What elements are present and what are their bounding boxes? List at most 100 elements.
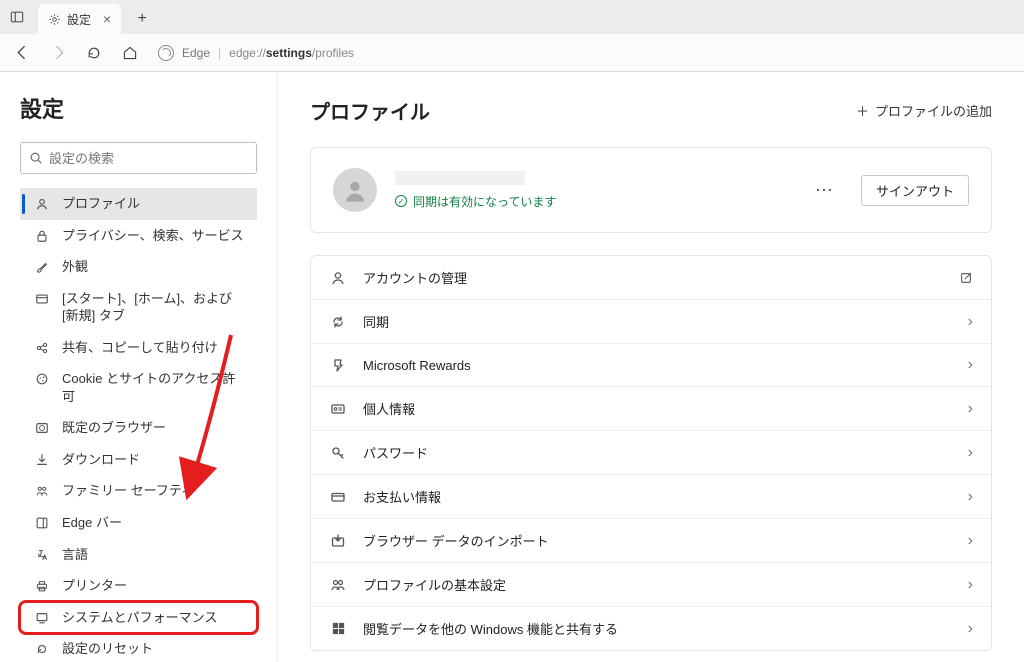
brush-icon [34,259,50,275]
sidebar-item-share[interactable]: 共有、コピーして貼り付け [20,332,257,364]
account-icon [329,269,347,287]
reset-icon [34,641,50,657]
row-label: 同期 [363,312,952,331]
address-separator: | [218,46,221,60]
chevron-right-icon: › [968,532,973,550]
titlebar: 設定 × + [0,0,1024,34]
row-label: 閲覧データを他の Windows 機能と共有する [363,619,952,638]
browser-icon [34,420,50,436]
tab-icon [34,291,50,307]
chevron-right-icon: › [968,400,973,418]
cookie-icon [34,371,50,387]
profile-icon [34,196,50,212]
sidebar-item-printers[interactable]: プリンター [20,570,257,602]
sidebar-item-edgebar[interactable]: Edge バー [20,507,257,539]
sidebar-item-label: ダウンロード [62,451,140,469]
sidebar-item-default-browser[interactable]: 既定のブラウザー [20,412,257,444]
sidebar-item-label: システムとパフォーマンス [62,609,217,627]
tab-title: 設定 [67,11,91,28]
download-icon [34,452,50,468]
settings-search[interactable] [20,142,257,174]
row-payment[interactable]: お支払い情報 › [311,474,991,518]
sidebar-item-label: ファミリー セーフティ [62,482,194,500]
sidebar-item-privacy[interactable]: プライバシー、検索、サービス [20,220,257,252]
new-tab-button[interactable]: + [127,4,157,34]
sidebar-item-label: 既定のブラウザー [62,419,166,437]
sidebar-title: 設定 [20,92,257,124]
row-share-windows[interactable]: 閲覧データを他の Windows 機能と共有する › [311,606,991,650]
sidebar-item-start-home[interactable]: [スタート]、[ホーム]、および [新規] タブ [20,283,257,332]
row-label: お支払い情報 [363,487,952,506]
forward-button[interactable] [44,39,72,67]
sidebar-item-languages[interactable]: 言語 [20,539,257,571]
rewards-icon [329,356,347,374]
sidebar-item-label: [スタート]、[ホーム]、および [新規] タブ [62,290,247,325]
share-icon [34,340,50,356]
sync-status: ✓ 同期は有効になっています [395,193,789,210]
sidebar-item-label: プリンター [62,577,127,595]
add-profile-button[interactable]: ＋ プロファイルの追加 [856,101,992,120]
printer-icon [34,578,50,594]
row-label: ブラウザー データのインポート [363,531,952,550]
sidebar-item-downloads[interactable]: ダウンロード [20,444,257,476]
sidebar-item-profiles[interactable]: プロファイル [20,188,257,220]
row-personal-info[interactable]: 個人情報 › [311,386,991,430]
avatar [333,168,377,212]
sidebar-item-family[interactable]: ファミリー セーフティ [20,475,257,507]
row-profile-prefs[interactable]: プロファイルの基本設定 › [311,562,991,606]
profile-name-redacted [395,171,525,185]
sidebar-item-reset[interactable]: 設定のリセット [20,633,257,662]
key-icon [329,444,347,462]
tab-actions-button[interactable] [0,0,34,34]
sidebar-item-label: Cookie とサイトのアクセス許可 [62,370,247,405]
toolbar: Edge | edge://settings/profiles [0,34,1024,72]
gear-icon [48,13,61,26]
settings-search-input[interactable] [49,151,248,166]
signout-button[interactable]: サインアウト [861,175,969,206]
sidebar-item-label: Edge バー [62,514,122,532]
sync-icon [329,313,347,331]
address-edge-label: Edge [182,46,210,60]
row-passwords[interactable]: パスワード › [311,430,991,474]
row-label: プロファイルの基本設定 [363,575,952,594]
row-label: パスワード [363,443,952,462]
row-manage-account[interactable]: アカウントの管理 [311,256,991,299]
chevron-right-icon: › [968,576,973,594]
sidebar-item-cookies[interactable]: Cookie とサイトのアクセス許可 [20,363,257,412]
idcard-icon [329,400,347,418]
check-icon: ✓ [395,195,407,207]
lock-icon [34,228,50,244]
back-button[interactable] [8,39,36,67]
chevron-right-icon: › [968,356,973,374]
multiprofile-icon [329,576,347,594]
system-icon [34,610,50,626]
sidebar-item-system[interactable]: システムとパフォーマンス [20,602,257,634]
import-icon [329,532,347,550]
edge-icon [158,45,174,61]
sidebar-item-appearance[interactable]: 外観 [20,251,257,283]
sidebar-nav: プロファイル プライバシー、検索、サービス 外観 [スタート]、[ホーム]、およ… [20,188,257,662]
sync-status-label: 同期は有効になっています [413,193,556,210]
more-options-button[interactable]: ⋯ [807,176,843,205]
row-import[interactable]: ブラウザー データのインポート › [311,518,991,562]
profile-info: ✓ 同期は有効になっています [395,171,789,210]
row-rewards[interactable]: Microsoft Rewards › [311,343,991,386]
sidebar-icon [34,515,50,531]
address-bar[interactable]: Edge | edge://settings/profiles [158,45,1016,61]
family-icon [34,483,50,499]
chevron-right-icon: › [968,620,973,638]
sidebar-item-label: 共有、コピーして貼り付け [62,339,218,357]
row-sync[interactable]: 同期 › [311,299,991,343]
search-icon [29,151,43,165]
profile-card: ✓ 同期は有効になっています ⋯ サインアウト [310,147,992,233]
content-title: プロファイル [310,96,430,125]
add-profile-label: プロファイルの追加 [875,101,992,120]
browser-tab[interactable]: 設定 × [38,4,121,34]
sidebar-item-label: 設定のリセット [62,640,153,658]
close-icon[interactable]: × [103,11,111,27]
refresh-button[interactable] [80,39,108,67]
row-label: 個人情報 [363,399,952,418]
windows-icon [329,620,347,638]
profile-settings-list: アカウントの管理 同期 › Microsoft Rewards › 個人情報 ›… [310,255,992,651]
home-button[interactable] [116,39,144,67]
